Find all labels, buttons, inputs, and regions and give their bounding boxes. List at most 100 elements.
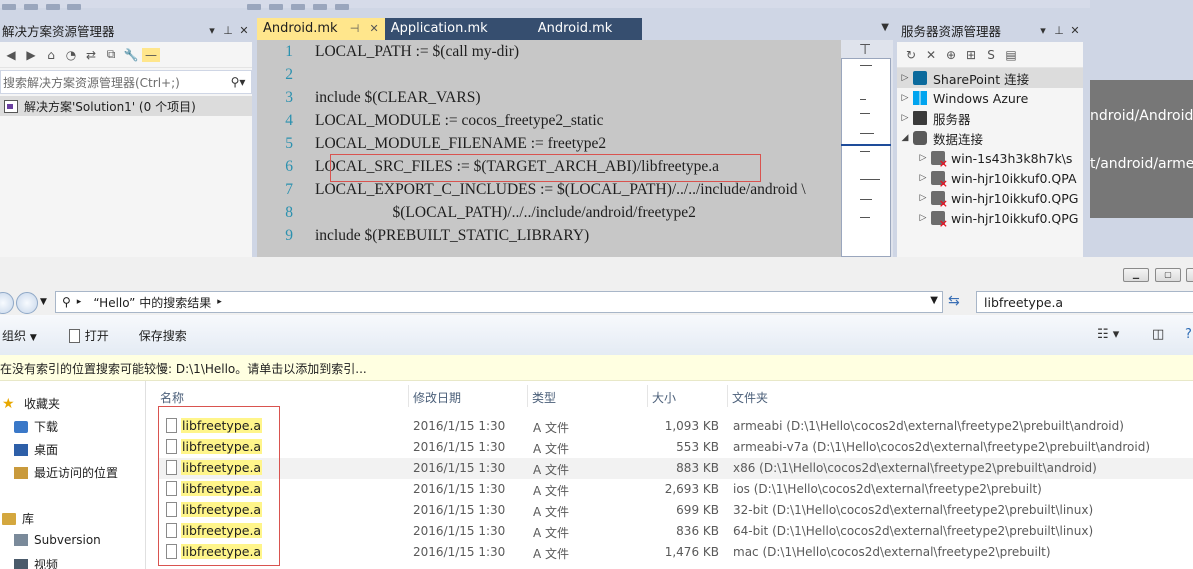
column-header-type[interactable]: 类型 [532, 389, 556, 406]
properties-icon[interactable]: ▤ [1003, 48, 1019, 62]
address-dropdown-icon[interactable]: ▼ [930, 295, 938, 306]
tree-node-connection[interactable]: ▷ win-hjr10ikkuf0.QPA [897, 168, 1083, 189]
scroll-map[interactable]: ⊤ [841, 40, 893, 257]
tree-node-servers[interactable]: ▷ 服务器 [897, 108, 1083, 128]
history-icon[interactable]: ◔ [62, 48, 80, 62]
tab-android-mk[interactable]: Android.mk ⊣ ✕ [257, 18, 385, 40]
file-date: 2016/1/15 1:30 [413, 503, 506, 517]
column-header-size[interactable]: 大小 [652, 389, 676, 406]
toolbar-button[interactable] [23, 4, 38, 10]
nav-libraries[interactable]: 库 [2, 510, 34, 527]
save-search-button[interactable]: 保存搜索 [139, 327, 187, 344]
pane-dropdown-icon[interactable]: ▾ [1035, 24, 1051, 37]
toolbar-button[interactable] [312, 4, 327, 10]
close-button[interactable]: ✕ [1186, 268, 1193, 282]
toolbar-button[interactable] [247, 4, 262, 10]
back-icon[interactable]: ◀ [2, 48, 20, 62]
collapse-arrow-icon[interactable]: ◢ [897, 133, 913, 143]
nav-downloads[interactable]: 下载 [14, 418, 58, 435]
preview-pane-icon[interactable]: ◫ [1152, 327, 1164, 342]
tree-node-connection[interactable]: ▷ win-hjr10ikkuf0.QPG [897, 208, 1083, 229]
split-view-icon[interactable]: ⊤ [859, 42, 871, 58]
expand-arrow-icon[interactable]: ▷ [915, 193, 931, 203]
connect-database-icon[interactable]: ⊕ [943, 48, 959, 62]
toolbar-button[interactable] [2, 4, 16, 10]
pane-dropdown-icon[interactable]: ▾ [204, 24, 220, 37]
toolbar-button[interactable] [334, 4, 349, 10]
nav-favorites[interactable]: ★ 收藏夹 [2, 395, 60, 412]
tab-list-dropdown-icon[interactable]: ▼ [881, 22, 889, 33]
expand-arrow-icon[interactable]: ▷ [897, 113, 913, 123]
column-header-folder[interactable]: 文件夹 [732, 389, 768, 406]
pin-icon[interactable]: ⊥ [220, 24, 236, 37]
maximize-button[interactable]: ▢ [1155, 268, 1181, 282]
toolbar-button[interactable] [67, 4, 82, 10]
address-bar[interactable]: ⚲ ▸ “Hello” 中的搜索结果 ▸ ▼ [55, 291, 943, 313]
minimize-button[interactable]: ▁ [1123, 268, 1149, 282]
tree-node-data-connections[interactable]: ◢ 数据连接 [897, 128, 1083, 148]
nav-desktop[interactable]: 桌面 [14, 441, 58, 458]
file-row[interactable]: libfreetype.a 2016/1/15 1:30 A 文件 699 KB 32-… [158, 500, 1193, 521]
solution-search-input[interactable]: 搜索解决方案资源管理器(Ctrl+;) ⚲▾ [0, 70, 252, 94]
tree-node-connection[interactable]: ▷ win-hjr10ikkuf0.QPG [897, 188, 1083, 209]
file-row[interactable]: libfreetype.a 2016/1/15 1:30 A 文件 1,476 KB m… [158, 542, 1193, 563]
solution-node[interactable]: 解决方案'Solution1' (0 个项目) [0, 96, 252, 116]
file-row[interactable]: libfreetype.a 2016/1/15 1:30 A 文件 883 KB x86… [158, 458, 1193, 479]
tab-application-mk[interactable]: Application.mk [384, 18, 522, 40]
search-input[interactable]: libfreetype.a [976, 291, 1193, 313]
code-line: 2 [257, 63, 841, 86]
recent-pages-dropdown-icon[interactable]: ▼ [40, 297, 47, 307]
tree-node-sharepoint[interactable]: ▷ SharePoint 连接 [897, 68, 1083, 88]
file-row[interactable]: libfreetype.a 2016/1/15 1:30 A 文件 553 KB arm… [158, 437, 1193, 458]
column-header-name[interactable]: 名称 [160, 389, 184, 406]
pin-icon[interactable]: ⊣ [350, 22, 360, 35]
close-icon[interactable]: ✕ [236, 24, 252, 37]
index-warning-bar[interactable]: 在没有索引的位置搜索可能较慢: D:\1\Hello。请单击以添加到索引... [0, 355, 1193, 381]
open-button[interactable]: 打开 [68, 327, 109, 344]
breadcrumb-separator-icon[interactable]: ▸ [217, 297, 222, 307]
preview-icon[interactable]: — [142, 47, 160, 62]
collapse-all-icon[interactable]: ⧉ [102, 47, 120, 62]
line-number: 1 [285, 42, 293, 60]
close-icon[interactable]: ✕ [1067, 24, 1083, 37]
expand-arrow-icon[interactable]: ▷ [897, 73, 913, 83]
toolbar-button[interactable] [45, 4, 60, 10]
file-row[interactable]: libfreetype.a 2016/1/15 1:30 A 文件 1,093 KB a… [158, 416, 1193, 437]
connect-server-icon[interactable]: ⊞ [963, 48, 979, 62]
pin-icon[interactable]: ⊥ [1051, 24, 1067, 37]
view-options-icon[interactable]: ☷ ▾ [1097, 327, 1119, 342]
expand-arrow-icon[interactable]: ▷ [897, 93, 913, 103]
connect-sharepoint-icon[interactable]: S [983, 48, 999, 62]
toolbar-button[interactable] [269, 4, 284, 10]
sync-icon[interactable]: ⇄ [82, 48, 100, 62]
help-icon[interactable]: ? [1185, 327, 1192, 342]
windows-azure-icon [913, 91, 927, 105]
breadcrumb[interactable]: “Hello” 中的搜索结果 [93, 294, 211, 311]
file-row[interactable]: libfreetype.a 2016/1/15 1:30 A 文件 836 KB 64-… [158, 521, 1193, 542]
refresh-icon[interactable]: ↻ [903, 48, 919, 62]
toolbar-button[interactable] [290, 4, 305, 10]
nav-videos[interactable]: 视频 [14, 556, 58, 569]
close-tab-icon[interactable]: ✕ [369, 22, 378, 35]
stop-icon[interactable]: ✕ [923, 48, 939, 62]
back-button[interactable] [0, 292, 14, 314]
nav-subversion[interactable]: Subversion [14, 533, 101, 547]
nav-recent[interactable]: 最近访问的位置 [14, 464, 118, 481]
column-header-date[interactable]: 修改日期 [413, 389, 461, 406]
file-row[interactable]: libfreetype.a 2016/1/15 1:30 A 文件 2,693 KB i… [158, 479, 1193, 500]
expand-arrow-icon[interactable]: ▷ [915, 173, 931, 183]
forward-icon[interactable]: ▶ [22, 48, 40, 62]
properties-icon[interactable]: 🔧 [122, 48, 140, 62]
code-area[interactable]: 1 LOCAL_PATH := $(call my-dir) 2 3 include… [257, 40, 841, 257]
breadcrumb-separator-icon: ▸ [76, 297, 82, 307]
expand-arrow-icon[interactable]: ▷ [915, 213, 931, 223]
organize-button[interactable]: 组织 ▼ [2, 327, 37, 344]
refresh-icon[interactable]: ⇆ [948, 293, 960, 309]
search-icon[interactable]: ⚲▾ [225, 75, 251, 89]
home-icon[interactable]: ⌂ [42, 48, 60, 62]
tab-android-mk-2[interactable]: Android.mk [521, 18, 642, 40]
tree-node-connection[interactable]: ▷ win-1s43h3k8h7k\s [897, 148, 1083, 169]
expand-arrow-icon[interactable]: ▷ [915, 153, 931, 163]
tree-node-azure[interactable]: ▷ Windows Azure [897, 88, 1083, 108]
forward-button[interactable] [16, 292, 38, 314]
